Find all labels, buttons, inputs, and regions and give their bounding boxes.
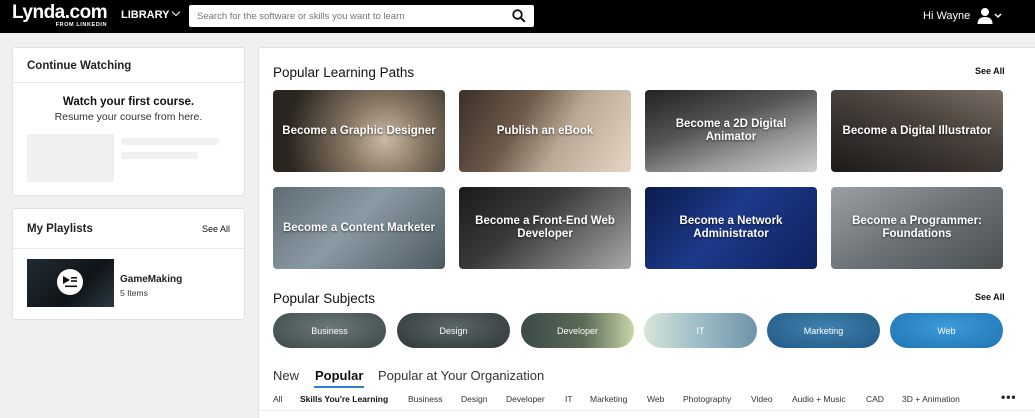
subject-label: Design	[439, 325, 468, 336]
placeholder-line	[121, 152, 198, 159]
subject-label: Business	[311, 325, 348, 336]
learning-path-label: Publish an eBook	[496, 124, 594, 137]
filter-design[interactable]: Design	[461, 394, 487, 404]
learning-path-tile[interactable]: Become a Network Administrator	[645, 187, 817, 269]
more-filters-icon[interactable]: •••	[1001, 390, 1017, 404]
learning-path-tile[interactable]: Become a 2D Digital Animator	[645, 90, 817, 172]
search-button[interactable]	[504, 5, 534, 27]
continue-watching-title: Continue Watching	[13, 48, 244, 83]
learning-path-tile[interactable]: Publish an eBook	[459, 90, 631, 172]
learning-paths-see-all-link[interactable]: See All	[975, 66, 1005, 76]
learning-path-tile[interactable]: Become a Front-End Web Developer	[459, 187, 631, 269]
playlists-title: My Playlists	[27, 223, 93, 235]
playlists-header: My Playlists See All	[13, 209, 244, 249]
playlist-name[interactable]: GameMaking	[120, 274, 182, 285]
learning-path-label: Become a Digital Illustrator	[842, 124, 992, 137]
library-label: LIBRARY	[121, 9, 170, 21]
subject-pill-it[interactable]: IT	[644, 313, 757, 348]
subject-pill-design[interactable]: Design	[397, 313, 510, 348]
subject-label: Marketing	[803, 325, 844, 336]
playlist-count: 5 Items	[120, 288, 148, 298]
chevron-down-icon	[172, 7, 181, 17]
learning-path-label: Become a 2D Digital Animator	[675, 118, 787, 143]
subject-label: Web	[937, 325, 956, 336]
playlist-icon	[57, 269, 83, 295]
popular-subjects-title: Popular Subjects	[273, 291, 376, 306]
subject-pill-developer[interactable]: Developer	[521, 313, 634, 348]
playlist-thumbnail[interactable]	[27, 259, 114, 307]
top-nav-bar: Lynda.com FROM LINKEDIN LIBRARY Hi Wayne	[0, 0, 1035, 33]
learning-paths-title: Popular Learning Paths	[273, 65, 415, 80]
learning-path-tile[interactable]: Become a Graphic Designer	[273, 90, 445, 172]
filter-web[interactable]: Web	[647, 394, 664, 404]
tab-popular[interactable]: Popular	[315, 368, 363, 383]
learning-path-tile[interactable]: Become a Digital Illustrator	[831, 90, 1003, 172]
placeholder-thumbnail	[27, 134, 114, 182]
learning-path-label: Become a Network Administrator	[679, 215, 783, 240]
my-playlists-card: My Playlists See All GameMaking 5 Items	[12, 208, 245, 320]
user-avatar-icon	[977, 8, 1002, 24]
subject-label: Developer	[556, 325, 599, 336]
lynda-logo[interactable]: Lynda.com FROM LINKEDIN	[12, 2, 108, 28]
playlists-see-all-link[interactable]: See All	[202, 224, 230, 234]
subject-pill-marketing[interactable]: Marketing	[767, 313, 880, 348]
user-greeting: Hi Wayne	[923, 10, 971, 22]
continue-watching-subline: Resume your course from here.	[54, 111, 203, 123]
tab-popular-at-organization[interactable]: Popular at Your Organization	[378, 368, 544, 383]
filter-skills-youre-learning[interactable]: Skills You're Learning	[300, 394, 388, 404]
filter-business[interactable]: Business	[408, 394, 443, 404]
user-menu-button[interactable]	[976, 6, 1004, 26]
popular-subjects-see-all-link[interactable]: See All	[975, 292, 1005, 302]
learning-path-label: Become a Front-End Web Developer	[475, 215, 615, 240]
learning-path-label: Become a Content Marketer	[282, 221, 436, 234]
search-input[interactable]	[189, 5, 499, 27]
active-tab-indicator	[314, 386, 364, 388]
filter-video[interactable]: Video	[751, 394, 773, 404]
placeholder-line	[121, 138, 219, 145]
logo-text: Lynda.com	[12, 2, 108, 23]
continue-watching-headline: Watch your first course.	[62, 96, 195, 108]
main-content-panel: Popular Learning Paths See All Become a …	[258, 47, 1035, 418]
filter-all[interactable]: All	[273, 394, 282, 404]
filter-photography[interactable]: Photography	[683, 394, 731, 404]
filter-it[interactable]: IT	[565, 394, 573, 404]
subject-label: IT	[696, 325, 705, 336]
learning-path-label: Become a Programmer: Foundations	[852, 215, 982, 240]
filter-developer[interactable]: Developer	[506, 394, 545, 404]
tab-new[interactable]: New	[273, 368, 299, 383]
filter-audio-music[interactable]: Audio + Music	[792, 394, 846, 404]
library-menu-button[interactable]: LIBRARY	[121, 7, 181, 21]
subject-pill-business[interactable]: Business	[273, 313, 386, 348]
search-icon	[512, 9, 526, 23]
filter-cad[interactable]: CAD	[866, 394, 884, 404]
filter-marketing[interactable]: Marketing	[590, 394, 627, 404]
learning-path-label: Become a Graphic Designer	[282, 124, 436, 137]
learning-path-tile[interactable]: Become a Programmer: Foundations	[831, 187, 1003, 269]
filter-divider	[259, 410, 1035, 411]
filter-3d-animation[interactable]: 3D + Animation	[902, 394, 960, 404]
continue-watching-card: Continue Watching Watch your first cours…	[12, 47, 245, 196]
subject-pill-web[interactable]: Web	[890, 313, 1003, 348]
learning-path-tile[interactable]: Become a Content Marketer	[273, 187, 445, 269]
search-bar	[189, 5, 534, 27]
